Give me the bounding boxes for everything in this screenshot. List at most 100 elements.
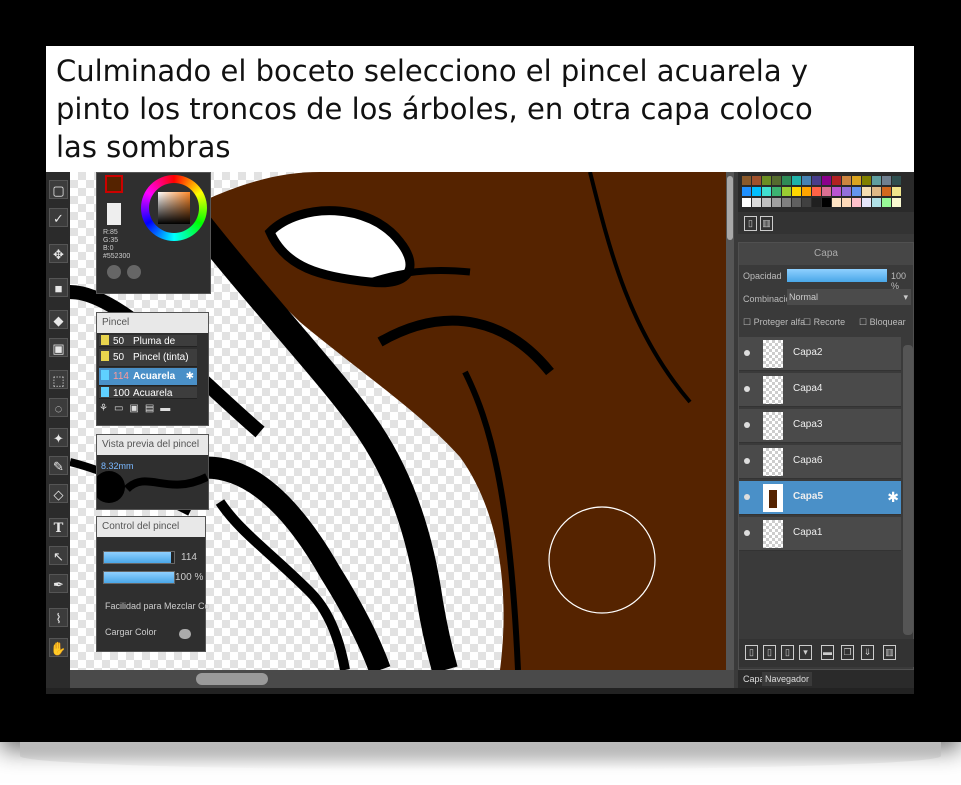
lock-checkbox[interactable]: ☐ Bloquear xyxy=(859,317,906,328)
eye-icon[interactable] xyxy=(744,458,750,464)
palette-swatch[interactable] xyxy=(742,187,751,196)
palette-swatch[interactable] xyxy=(782,176,791,185)
palette-swatch[interactable] xyxy=(892,176,901,185)
protect-alpha-checkbox[interactable]: ☐ Proteger alfa xyxy=(743,317,805,328)
palette-swatch[interactable] xyxy=(872,187,881,196)
secondary-color-swatch[interactable] xyxy=(107,203,121,225)
palette-swatch[interactable] xyxy=(772,187,781,196)
palette-swatch[interactable] xyxy=(772,176,781,185)
eye-icon[interactable] xyxy=(744,350,750,356)
palette-swatch[interactable] xyxy=(842,198,851,207)
palette-swatch[interactable] xyxy=(782,187,791,196)
layer-type-icon[interactable]: ▾ xyxy=(799,645,812,660)
eyedropper-icon[interactable]: ⌇ xyxy=(49,608,68,627)
palette-swatch[interactable] xyxy=(822,198,831,207)
layer-row[interactable]: Capa6 xyxy=(739,445,901,479)
palette-swatch[interactable] xyxy=(862,198,871,207)
brush-tools[interactable]: ⚘▭▣▤▬ xyxy=(99,403,197,423)
merge-icon[interactable]: ⇓ xyxy=(861,645,874,660)
magic-wand-icon[interactable]: ✦ xyxy=(49,428,68,447)
palette-swatch[interactable] xyxy=(742,176,751,185)
palette-icon[interactable] xyxy=(127,265,141,279)
palette-swatch[interactable] xyxy=(762,176,771,185)
selection-pen-icon[interactable]: ✎ xyxy=(49,456,68,475)
gear-icon[interactable]: ✱ xyxy=(186,368,194,386)
palette-swatch[interactable] xyxy=(832,176,841,185)
palette-swatch[interactable] xyxy=(842,176,851,185)
gradient-icon[interactable]: ▣ xyxy=(49,338,68,357)
palette-swatch[interactable] xyxy=(882,176,891,185)
canvas-horizontal-scrollbar[interactable] xyxy=(70,670,734,688)
palette-swatch[interactable] xyxy=(852,187,861,196)
duplicate-icon[interactable]: ❐ xyxy=(841,645,854,660)
palette-swatch[interactable] xyxy=(802,198,811,207)
trash-icon[interactable]: ▥ xyxy=(883,645,896,660)
drawing-canvas[interactable]: R:85 G:35 B:0 #552300 Pincel 50 Pluma de … xyxy=(70,172,726,670)
palette-swatch[interactable] xyxy=(812,176,821,185)
palette-swatch[interactable] xyxy=(822,187,831,196)
blend-mode-select[interactable]: Normal ▾ xyxy=(787,289,911,305)
palette-swatch[interactable] xyxy=(852,198,861,207)
palette-swatch[interactable] xyxy=(752,187,761,196)
layer-opacity-slider[interactable] xyxy=(787,269,887,282)
new-halftone-layer-icon[interactable]: ▯ xyxy=(763,645,776,660)
new-layer-icon[interactable]: ▯ xyxy=(745,645,758,660)
brush-item[interactable]: 50 Pincel (tinta) xyxy=(99,349,197,367)
primary-color-swatch[interactable] xyxy=(105,175,123,193)
palette-swatch[interactable] xyxy=(852,176,861,185)
opacity-slider[interactable] xyxy=(103,571,175,584)
layer-row[interactable]: Capa3 xyxy=(739,409,901,443)
palette-swatch[interactable] xyxy=(862,176,871,185)
palette-swatch[interactable] xyxy=(862,187,871,196)
eye-icon[interactable] xyxy=(744,530,750,536)
palette-swatch[interactable] xyxy=(802,176,811,185)
palette-swatch[interactable] xyxy=(882,198,891,207)
load-color-knob[interactable] xyxy=(179,629,191,639)
brush-item-selected[interactable]: 114 Acuarela ✱ xyxy=(99,368,197,386)
rect-icon[interactable]: ■ xyxy=(49,278,68,297)
eraser-select-icon[interactable]: ◇ xyxy=(49,484,68,503)
palette-swatch[interactable] xyxy=(832,198,841,207)
lasso-select-icon[interactable]: ◌ xyxy=(49,398,68,417)
palette-swatch[interactable] xyxy=(752,198,761,207)
canvas-vertical-scrollbar[interactable] xyxy=(726,172,734,670)
clipping-checkbox[interactable]: ☐ Recorte xyxy=(803,317,845,328)
color-wheel[interactable] xyxy=(141,175,207,241)
layer-row[interactable]: Capa2 xyxy=(739,337,901,371)
palette-swatch[interactable] xyxy=(802,187,811,196)
palette-swatch[interactable] xyxy=(872,198,881,207)
color-palette[interactable] xyxy=(738,172,914,212)
hand-icon[interactable]: ✋ xyxy=(49,638,68,657)
saturation-square[interactable] xyxy=(158,192,190,224)
text-icon[interactable]: T xyxy=(49,518,68,537)
palette-swatch[interactable] xyxy=(822,176,831,185)
select-icon[interactable]: ▢ xyxy=(49,180,68,199)
marquee-icon[interactable]: ⬚ xyxy=(49,370,68,389)
brush-item[interactable]: 50Pluma de punteado xyxy=(99,335,197,347)
new-8bit-layer-icon[interactable]: ▯ xyxy=(781,645,794,660)
mixer-icon[interactable] xyxy=(107,265,121,279)
palette-swatch[interactable] xyxy=(752,176,761,185)
layer-scrollbar[interactable] xyxy=(903,345,913,635)
brush-item[interactable]: 100Acuarela (acuoso) xyxy=(99,387,197,399)
tab-navigator[interactable]: Navegador xyxy=(762,672,813,686)
folder-icon[interactable]: ▬ xyxy=(821,645,834,660)
pen-icon[interactable]: ✒ xyxy=(49,574,68,593)
move-icon[interactable]: ✥ xyxy=(49,244,68,263)
size-slider[interactable] xyxy=(103,551,175,564)
palette-swatch[interactable] xyxy=(792,187,801,196)
new-palette-icon[interactable]: ▯ xyxy=(744,216,757,231)
palette-swatch[interactable] xyxy=(762,187,771,196)
palette-swatch[interactable] xyxy=(812,187,821,196)
gear-icon[interactable]: ✱ xyxy=(887,489,899,506)
palette-swatch[interactable] xyxy=(872,176,881,185)
eye-icon[interactable] xyxy=(744,386,750,392)
palette-swatch[interactable] xyxy=(812,198,821,207)
palette-swatch[interactable] xyxy=(892,187,901,196)
palette-swatch[interactable] xyxy=(742,198,751,207)
layer-row[interactable]: Capa4 xyxy=(739,373,901,407)
pointer-icon[interactable]: ↖ xyxy=(49,546,68,565)
eye-icon[interactable] xyxy=(744,494,750,500)
eye-icon[interactable] xyxy=(744,422,750,428)
palette-swatch[interactable] xyxy=(762,198,771,207)
